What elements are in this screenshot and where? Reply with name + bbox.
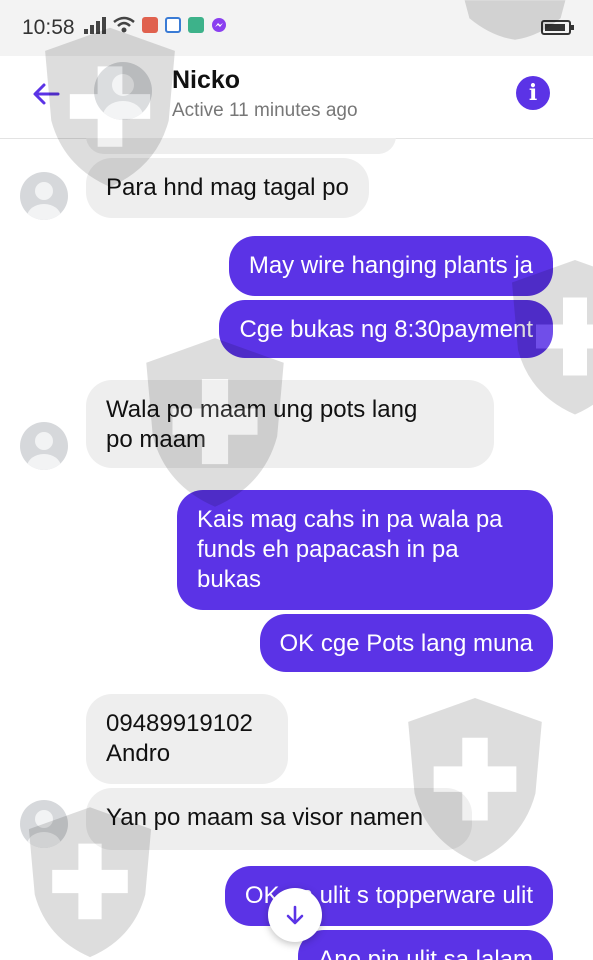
avatar[interactable] <box>20 172 68 220</box>
back-arrow-icon[interactable] <box>28 76 64 112</box>
message-bubble[interactable]: Wala po maam ung pots lang po maam <box>86 380 494 468</box>
message-bubble[interactable]: OK cge Pots lang muna <box>259 614 553 672</box>
wifi-icon <box>113 16 135 33</box>
status-time: 10:58 <box>22 16 75 39</box>
arrow-down-icon <box>286 905 304 925</box>
avatar[interactable] <box>20 422 68 470</box>
message-bubble[interactable]: Cge bukas ng 8:30payment <box>219 300 553 358</box>
app-icon <box>142 17 158 33</box>
message-bubble[interactable]: Yan po maam sa visor namen <box>86 788 472 850</box>
signal-icon <box>84 16 106 34</box>
contact-name[interactable]: Nicko <box>172 66 240 95</box>
info-icon[interactable]: i <box>516 76 550 110</box>
chat-header: Nicko Active 11 minutes ago i <box>0 56 593 139</box>
status-bar: 10:58 <box>0 0 593 56</box>
scroll-down-button[interactable] <box>268 888 322 942</box>
avatar[interactable] <box>20 800 68 848</box>
contact-status: Active 11 minutes ago <box>172 100 358 121</box>
message-list[interactable]: Para hnd mag tagal po May wire hanging p… <box>0 138 593 960</box>
battery-icon <box>541 20 574 35</box>
app-icon <box>165 17 181 33</box>
message-bubble[interactable]: May wire hanging plants ja <box>228 236 553 296</box>
app-icon <box>188 17 204 33</box>
status-icons <box>84 16 227 34</box>
message-bubble[interactable]: Kais mag cahs in pa wala pa funds eh pap… <box>177 490 553 610</box>
message-bubble[interactable]: 09489919102 Andro <box>86 694 288 784</box>
messenger-icon <box>212 18 226 32</box>
avatar[interactable] <box>94 62 152 120</box>
message-bubble[interactable]: Ano pin ulit sa lalam <box>298 930 553 960</box>
message-bubble-partial <box>86 138 396 154</box>
message-bubble[interactable]: Para hnd mag tagal po <box>86 158 369 218</box>
